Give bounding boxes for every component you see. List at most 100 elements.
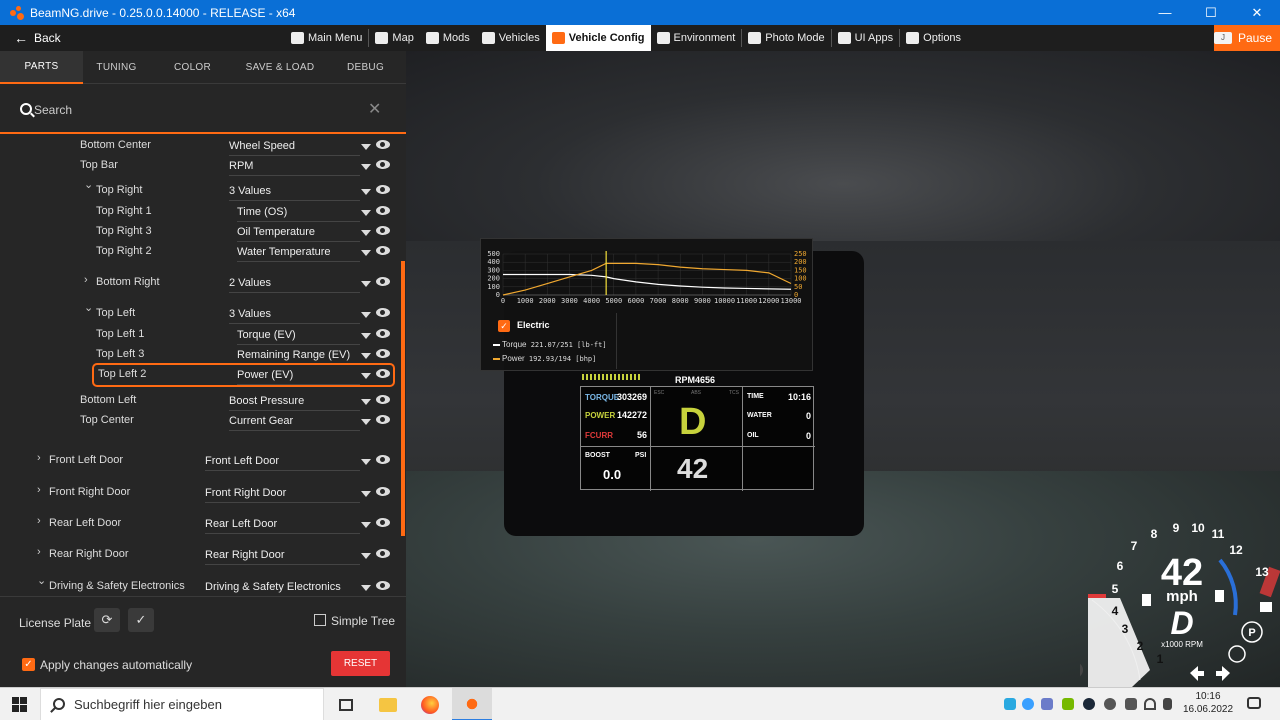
apply-auto-checkbox[interactable]: ✓: [22, 658, 35, 671]
nvidia-icon[interactable]: [1062, 698, 1074, 710]
file-explorer-icon[interactable]: [368, 688, 408, 720]
dropdown-arrow-icon[interactable]: [361, 459, 371, 465]
chevron-right-icon[interactable]: ›: [37, 484, 41, 496]
tree-row[interactable]: Top Left 1 Torque (EV): [0, 325, 400, 345]
tree-row[interactable]: ⌄ Top Right 3 Values: [0, 179, 400, 201]
firefox-icon[interactable]: [410, 688, 450, 720]
chevron-down-icon[interactable]: ⌄: [84, 301, 93, 314]
eye-icon[interactable]: [376, 206, 390, 215]
part-select[interactable]: Current Gear: [229, 415, 360, 431]
part-select[interactable]: Remaining Range (EV): [237, 349, 360, 365]
taskbar-search-input[interactable]: [74, 697, 314, 712]
part-select[interactable]: Front Right Door: [205, 487, 360, 503]
tree-row[interactable]: ⌄ Driving & Safety Electronics Driving & S…: [0, 574, 400, 596]
tree-row[interactable]: Top Bar RPM: [0, 156, 400, 176]
chevron-right-icon[interactable]: ›: [37, 546, 41, 558]
tray-icon-1[interactable]: [1004, 698, 1016, 710]
menu-mods[interactable]: Mods: [420, 25, 476, 51]
menu-vehicle-config[interactable]: Vehicle Config: [545, 25, 651, 51]
tree-row[interactable]: Top Right 1 Time (OS): [0, 202, 400, 222]
eye-icon[interactable]: [376, 160, 390, 169]
eye-icon[interactable]: [376, 308, 390, 317]
dropdown-arrow-icon[interactable]: [361, 353, 371, 359]
tree-row[interactable]: › Bottom Right 2 Values: [0, 273, 400, 293]
eye-icon[interactable]: [376, 140, 390, 149]
reset-button[interactable]: RESET: [331, 651, 390, 676]
tree-row[interactable]: › Front Left Door Front Left Door: [0, 451, 400, 471]
menu-ui-apps[interactable]: UI Apps: [832, 25, 900, 51]
part-select[interactable]: Water Temperature: [237, 246, 360, 262]
dropdown-arrow-icon[interactable]: [361, 585, 371, 591]
menu-vehicles[interactable]: Vehicles: [476, 25, 546, 51]
tab-color[interactable]: COLOR: [150, 51, 235, 84]
part-select[interactable]: Oil Temperature: [237, 226, 360, 242]
dropdown-arrow-icon[interactable]: [361, 189, 371, 195]
eye-icon[interactable]: [376, 277, 390, 286]
pause-button[interactable]: J Pause: [1214, 25, 1280, 51]
part-select[interactable]: Rear Right Door: [205, 549, 360, 565]
menu-photo-mode[interactable]: Photo Mode: [742, 25, 830, 51]
chevron-right-icon[interactable]: ›: [84, 274, 88, 286]
search-input[interactable]: [34, 100, 354, 120]
task-view-icon[interactable]: [326, 688, 366, 720]
tree-row[interactable]: › Rear Left Door Rear Left Door: [0, 514, 400, 534]
volume-icon[interactable]: [1163, 698, 1172, 710]
tree-row[interactable]: Top Right 2 Water Temperature: [0, 242, 400, 262]
eye-icon[interactable]: [376, 518, 390, 527]
tree-row[interactable]: ⌄ Top Left 3 Values: [0, 301, 400, 324]
chevron-right-icon[interactable]: ›: [37, 515, 41, 527]
tab-save-load[interactable]: SAVE & LOAD: [235, 51, 325, 84]
part-select[interactable]: 3 Values: [229, 185, 360, 201]
eye-icon[interactable]: [376, 487, 390, 496]
dropdown-arrow-icon[interactable]: [361, 399, 371, 405]
part-select[interactable]: Torque (EV): [237, 329, 360, 345]
menu-map[interactable]: Map: [369, 25, 419, 51]
dropdown-arrow-icon[interactable]: [361, 333, 371, 339]
menu-options[interactable]: Options: [900, 25, 967, 51]
dropdown-arrow-icon[interactable]: [361, 522, 371, 528]
dropdown-arrow-icon[interactable]: [361, 419, 371, 425]
part-select[interactable]: Rear Left Door: [205, 518, 360, 534]
part-select[interactable]: Boost Pressure: [229, 395, 360, 411]
eye-icon[interactable]: [376, 226, 390, 235]
tab-debug[interactable]: DEBUG: [325, 51, 406, 84]
eye-icon[interactable]: [376, 329, 390, 338]
dropdown-arrow-icon[interactable]: [361, 491, 371, 497]
chevron-right-icon[interactable]: ›: [37, 452, 41, 464]
tray-icon-3[interactable]: [1041, 698, 1053, 710]
eye-icon[interactable]: [376, 455, 390, 464]
menu-main-menu[interactable]: Main Menu: [285, 25, 368, 51]
tree-row[interactable]: Top Left 3 Remaining Range (EV): [0, 345, 400, 365]
electric-checkbox[interactable]: ✓: [498, 320, 510, 332]
checkmark-icon[interactable]: ✓: [128, 608, 154, 632]
part-select[interactable]: Wheel Speed: [229, 140, 360, 156]
tree-row[interactable]: Bottom Center Wheel Speed: [0, 136, 400, 156]
dropdown-arrow-icon[interactable]: [361, 164, 371, 170]
part-select[interactable]: RPM: [229, 160, 360, 176]
tray-icon-6[interactable]: [1104, 698, 1116, 710]
tree-row[interactable]: Top Left 2 Power (EV): [92, 363, 395, 387]
tree-row[interactable]: › Rear Right Door Rear Right Door: [0, 545, 400, 565]
part-select[interactable]: Time (OS): [237, 206, 360, 222]
part-select[interactable]: 2 Values: [229, 277, 360, 293]
eye-icon[interactable]: [376, 549, 390, 558]
eye-icon[interactable]: [376, 185, 390, 194]
eye-icon[interactable]: [376, 349, 390, 358]
menu-environment[interactable]: Environment: [651, 25, 742, 51]
eye-icon[interactable]: [376, 246, 390, 255]
taskbar-clock[interactable]: 10:16 16.06.2022: [1180, 690, 1236, 716]
scrollbar[interactable]: [401, 261, 405, 536]
dropdown-arrow-icon[interactable]: [361, 230, 371, 236]
eye-icon[interactable]: [376, 581, 390, 590]
dropdown-arrow-icon[interactable]: [361, 210, 371, 216]
back-button[interactable]: ← Back: [6, 25, 61, 51]
windows-start-icon[interactable]: [12, 697, 27, 712]
tab-parts[interactable]: PARTS: [0, 51, 83, 84]
refresh-icon[interactable]: ⟳: [94, 608, 120, 632]
dropdown-arrow-icon[interactable]: [361, 373, 371, 379]
part-select[interactable]: Front Left Door: [205, 455, 360, 471]
eye-icon[interactable]: [376, 415, 390, 424]
chevron-down-icon[interactable]: ⌄: [37, 574, 46, 587]
tray-icon-2[interactable]: [1022, 698, 1034, 710]
steam-icon[interactable]: [1083, 698, 1095, 710]
